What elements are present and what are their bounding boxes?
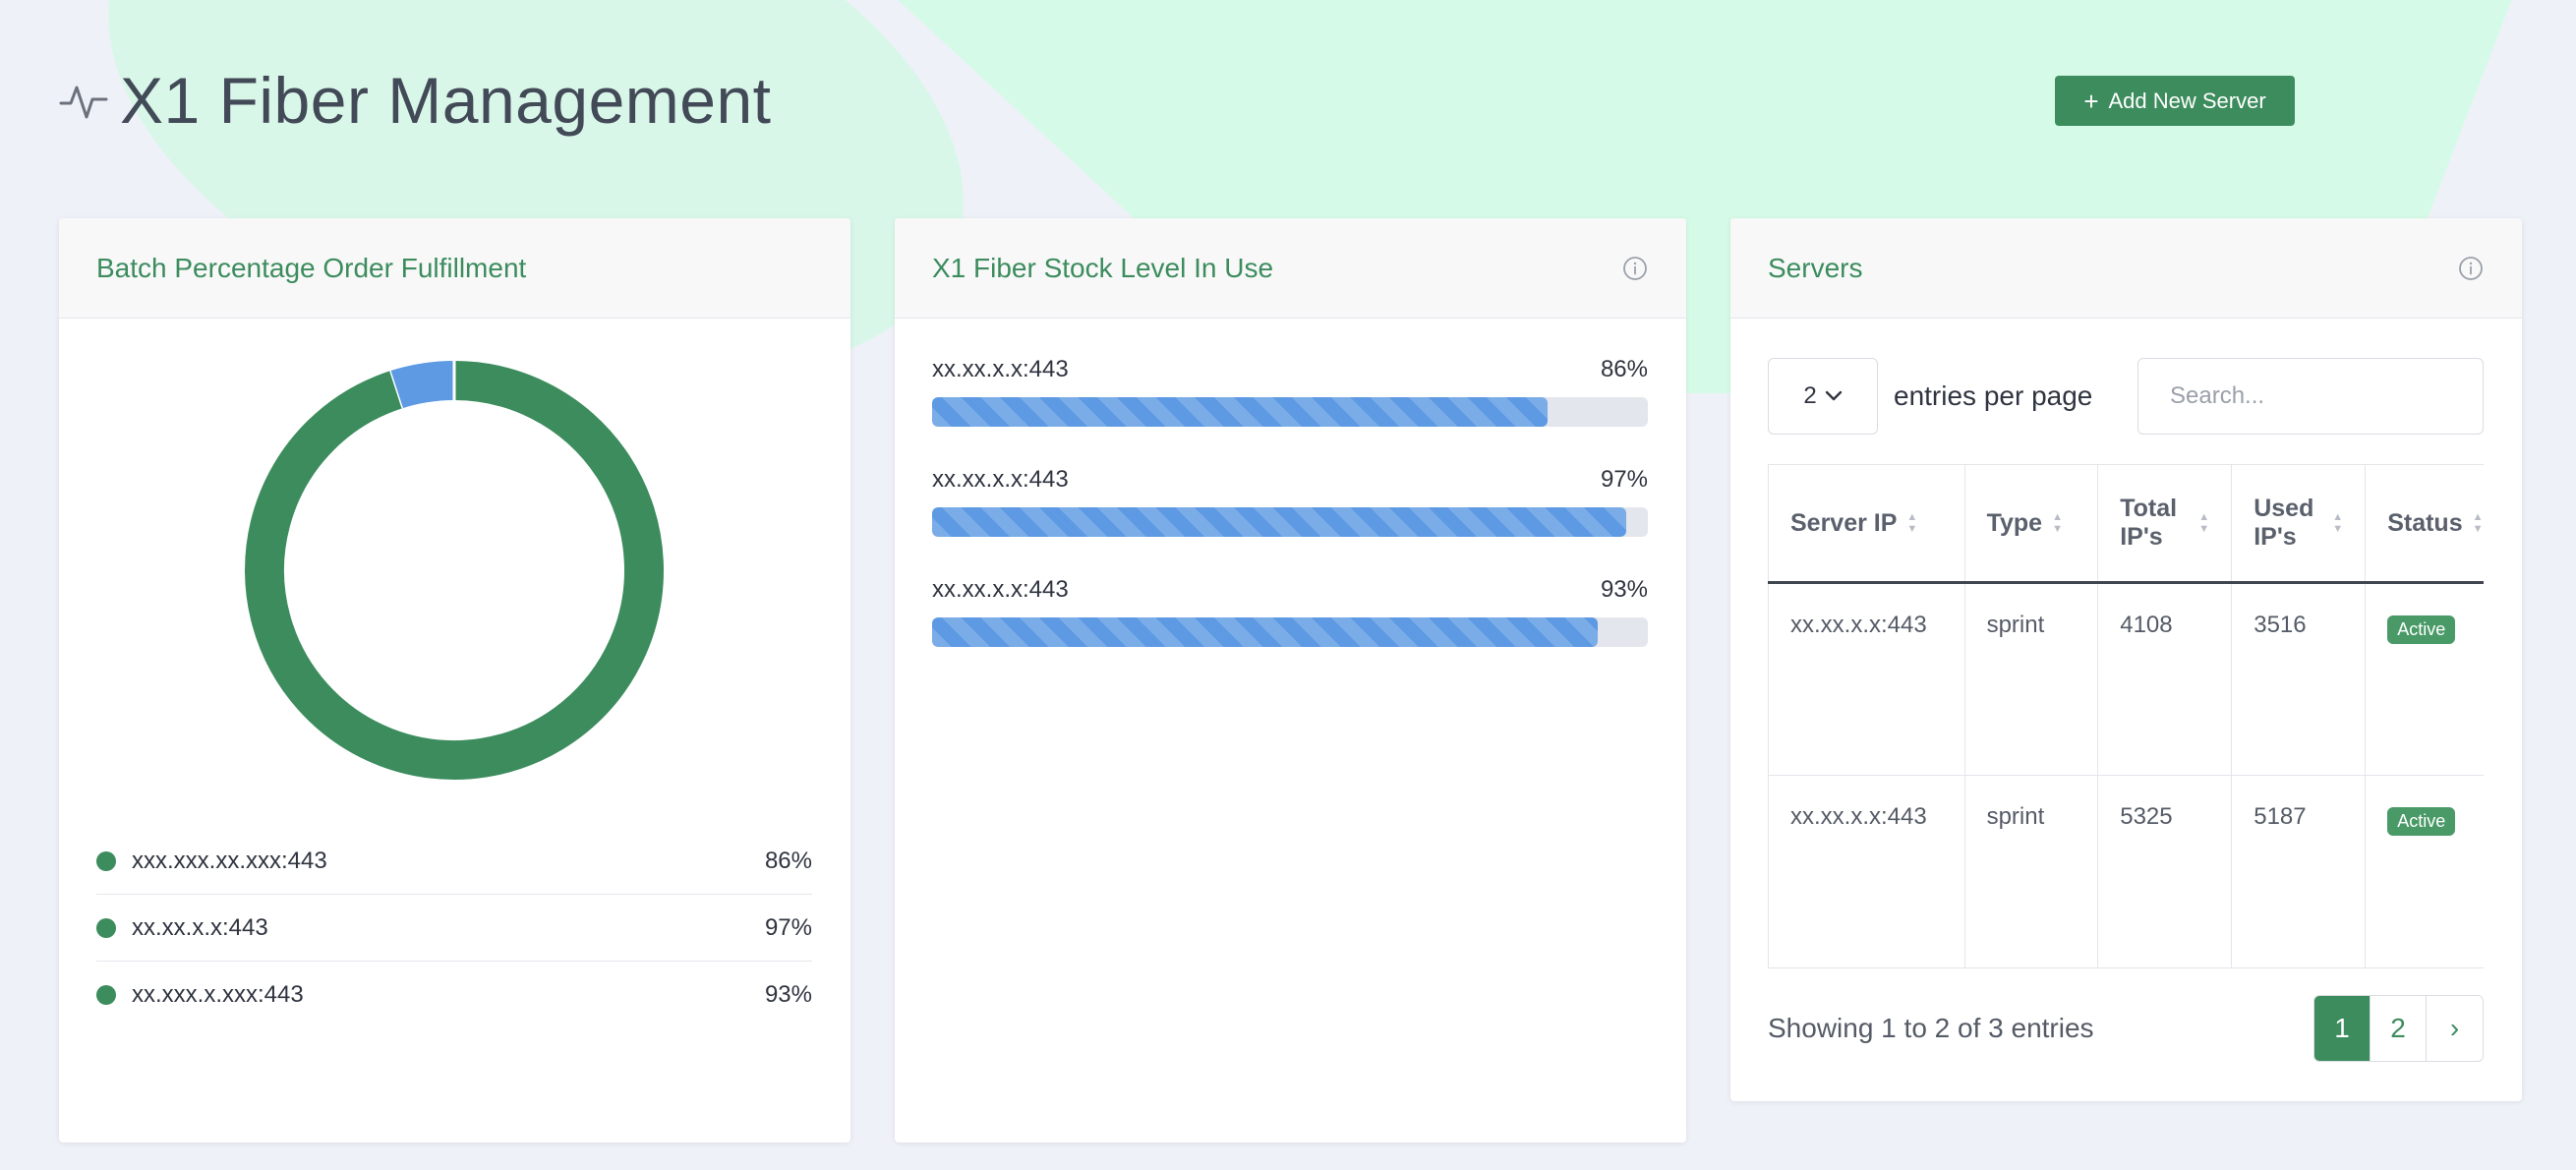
progress-item: xx.xx.x.x:443 86% xyxy=(932,356,1648,427)
legend-label: xx.xxx.x.xxx:443 xyxy=(132,981,304,1008)
legend-label: xxx.xxx.xx.xxx:443 xyxy=(132,847,327,874)
progress-label: xx.xx.x.x:443 xyxy=(932,466,1069,493)
fulfillment-card: Batch Percentage Order Fulfillment xxx.x… xyxy=(59,218,850,1142)
pagination: 1 2 › xyxy=(2313,995,2484,1062)
next-page-button[interactable]: › xyxy=(2427,996,2483,1061)
card-title: Batch Percentage Order Fulfillment xyxy=(96,252,527,283)
card-header: Batch Percentage Order Fulfillment xyxy=(59,218,850,319)
table-footer: Showing 1 to 2 of 3 entries 1 2 › xyxy=(1768,995,2484,1062)
cell-status: Active xyxy=(2365,775,2484,968)
progress-label: xx.xx.x.x:443 xyxy=(932,576,1069,603)
progress-track xyxy=(932,617,1648,647)
sort-icon: ▲ ▼ xyxy=(2472,511,2484,535)
sort-icon: ▲ ▼ xyxy=(2052,511,2063,535)
table-row: xx.xx.x.x:443 sprint 5325 5187 Active xyxy=(1768,775,2484,968)
card-header: Servers xyxy=(1730,218,2522,319)
sort-icon: ▲ ▼ xyxy=(2198,511,2210,535)
legend-value: 86% xyxy=(764,847,812,874)
progress-item: xx.xx.x.x:443 97% xyxy=(932,466,1648,537)
card-title: Servers xyxy=(1768,252,1863,283)
cell-type: sprint xyxy=(1964,775,2099,968)
status-badge: Active xyxy=(2387,615,2456,644)
column-label: Total IP's xyxy=(2120,495,2178,551)
progress-label: xx.xx.x.x:443 xyxy=(932,356,1069,382)
progress-value: 86% xyxy=(1600,356,1648,382)
legend-item: xx.xx.x.x:443 97% xyxy=(96,895,812,962)
legend-dot xyxy=(96,917,116,938)
legend-dot xyxy=(96,985,116,1005)
column-label: Status xyxy=(2387,508,2463,537)
progress-item: xx.xx.x.x:443 93% xyxy=(932,576,1648,647)
column-header-server-ip[interactable]: Server IP ▲ ▼ xyxy=(1768,464,1965,584)
table-row: xx.xx.x.x:443 sprint 4108 3516 Active xyxy=(1768,582,2484,776)
search-input[interactable] xyxy=(2137,358,2484,435)
cell-total-ips: 4108 xyxy=(2097,582,2233,776)
progress-fill xyxy=(932,507,1627,537)
legend-value: 93% xyxy=(764,981,812,1008)
donut-chart xyxy=(59,356,850,789)
plus-icon: + xyxy=(2083,86,2099,116)
donut-slice-major xyxy=(245,361,664,780)
table-header-row: Server IP ▲ ▼ Type ▲ ▼ Total IP's ▲ ▼ Used IP'… xyxy=(1768,464,2484,584)
cell-used-ips: 3516 xyxy=(2231,582,2367,776)
progress-value: 93% xyxy=(1600,576,1648,603)
entries-per-page-select[interactable]: 2 xyxy=(1768,358,1878,435)
progress-value: 97% xyxy=(1600,466,1648,493)
servers-table: Server IP ▲ ▼ Type ▲ ▼ Total IP's ▲ ▼ Used IP'… xyxy=(1768,464,2484,968)
activity-icon xyxy=(59,76,108,125)
per-page-text: entries per page xyxy=(1894,380,2093,411)
page-1-button[interactable]: 1 xyxy=(2314,996,2371,1061)
info-icon[interactable] xyxy=(2457,255,2485,282)
legend-item: xxx.xxx.xx.xxx:443 86% xyxy=(96,828,812,895)
servers-table-wrap: Server IP ▲ ▼ Type ▲ ▼ Total IP's ▲ ▼ Used IP'… xyxy=(1768,464,2484,968)
legend-label: xx.xx.x.x:443 xyxy=(132,913,268,941)
servers-card: Servers 2 entries per page Server IP ▲▼ T… xyxy=(1730,218,2522,1101)
progress-fill xyxy=(932,617,1599,647)
legend-dot xyxy=(96,850,116,871)
add-new-server-button[interactable]: + Add New Server xyxy=(2055,76,2295,126)
column-header-total-ips[interactable]: Total IP's ▲ ▼ xyxy=(2097,464,2233,584)
sort-icon: ▲ ▼ xyxy=(2332,511,2344,535)
card-header: X1 Fiber Stock Level In Use xyxy=(895,218,1686,319)
column-label: Used IP's xyxy=(2254,495,2314,551)
column-header-used-ips[interactable]: Used IP's ▲ ▼ xyxy=(2231,464,2367,584)
showing-entries-text: Showing 1 to 2 of 3 entries xyxy=(1768,1013,2094,1043)
cell-type: sprint xyxy=(1964,582,2099,776)
chart-legend: xxx.xxx.xx.xxx:443 86% xx.xx.x.x:443 97%… xyxy=(96,828,812,1028)
progress-track xyxy=(932,507,1648,537)
donut-svg xyxy=(245,361,664,780)
legend-item: xx.xxx.x.xxx:443 93% xyxy=(96,962,812,1028)
sort-icon: ▲ ▼ xyxy=(1906,511,1918,535)
per-page-value: 2 xyxy=(1803,382,1817,409)
status-badge: Active xyxy=(2387,807,2456,836)
info-icon[interactable] xyxy=(1621,255,1649,282)
progress-fill xyxy=(932,397,1549,427)
column-label: Type xyxy=(1986,508,2043,537)
add-new-server-label: Add New Server xyxy=(2108,88,2266,113)
column-header-type[interactable]: Type ▲ ▼ xyxy=(1964,464,2099,584)
cell-server-ip: xx.xx.x.x:443 xyxy=(1768,775,1965,968)
page-header: X1 Fiber Management xyxy=(59,61,772,140)
stock-level-card: X1 Fiber Stock Level In Use xx.xx.x.x:44… xyxy=(895,218,1686,1142)
cell-server-ip: xx.xx.x.x:443 xyxy=(1768,582,1965,776)
page-2-button[interactable]: 2 xyxy=(2371,996,2427,1061)
table-controls: 2 entries per page xyxy=(1768,358,2484,435)
stock-bars: xx.xx.x.x:443 86% xx.xx.x.x:443 97% xx.x… xyxy=(932,356,1648,686)
column-header-status[interactable]: Status ▲ ▼ xyxy=(2365,464,2484,584)
legend-value: 97% xyxy=(764,913,812,941)
progress-track xyxy=(932,397,1648,427)
donut-slice-minor xyxy=(389,361,455,409)
chevron-down-icon xyxy=(1825,390,1843,402)
page-title: X1 Fiber Management xyxy=(120,64,772,137)
column-label: Server IP xyxy=(1790,508,1898,537)
cell-total-ips: 5325 xyxy=(2097,775,2233,968)
cell-used-ips: 5187 xyxy=(2231,775,2367,968)
cell-status: Active xyxy=(2365,582,2484,776)
card-title: X1 Fiber Stock Level In Use xyxy=(932,252,1274,283)
